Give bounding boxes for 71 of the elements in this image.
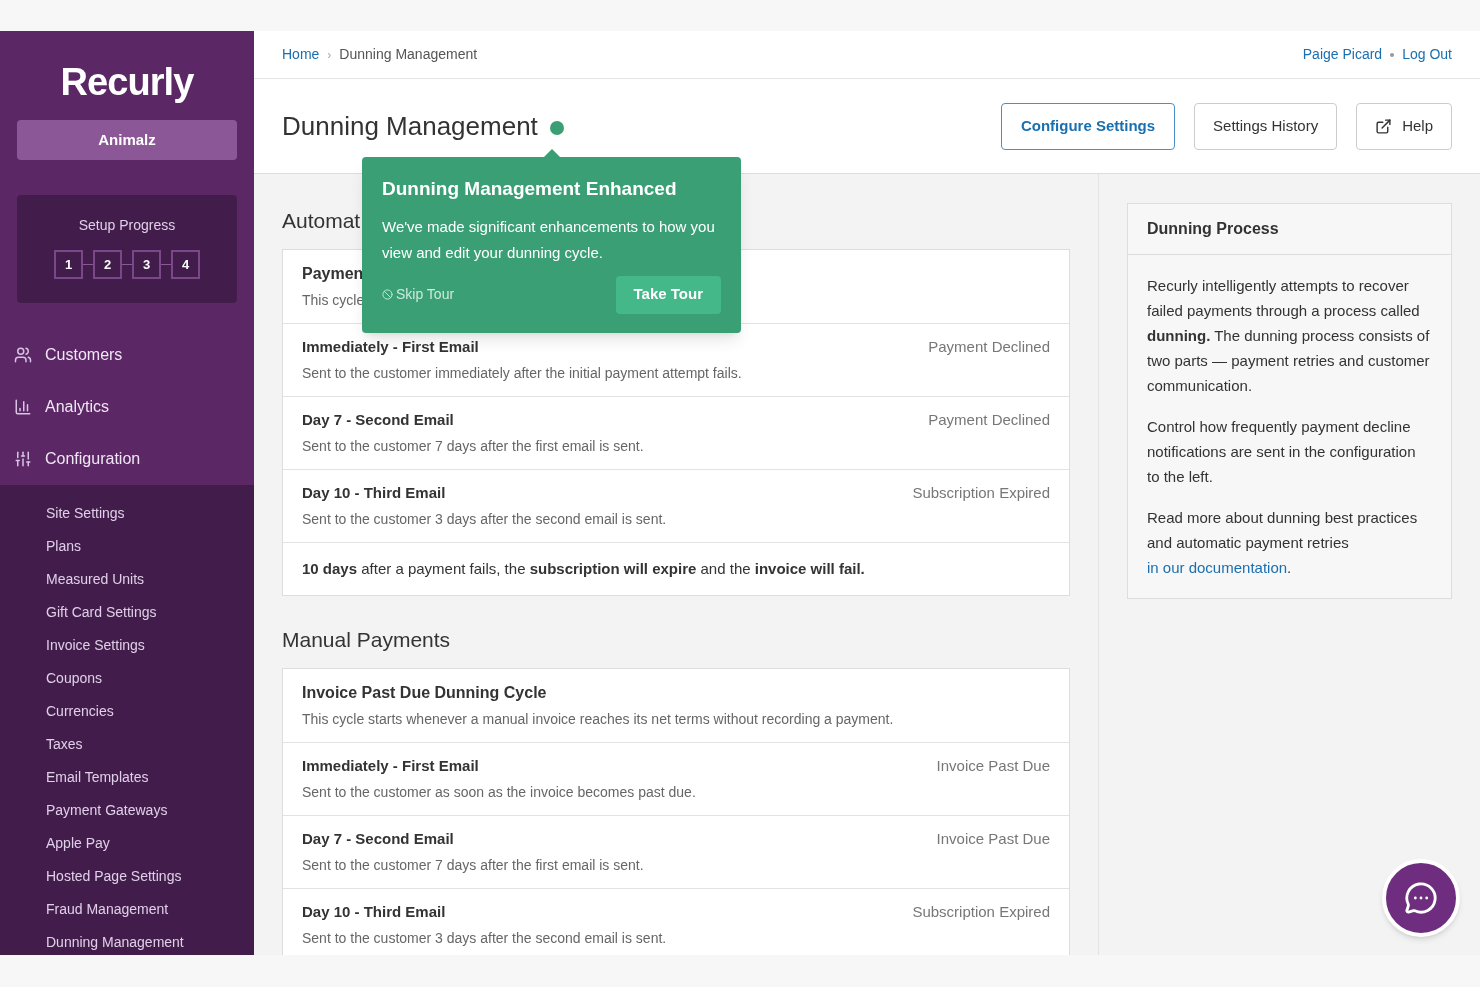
breadcrumb-current: Dunning Management [339, 45, 478, 64]
trigger-label: Payment Declined [928, 337, 1050, 357]
setup-step[interactable]: 3 [132, 250, 161, 279]
email-step-title: Day 7 - Second Email [302, 829, 454, 849]
sliders-icon [14, 450, 32, 468]
section-heading: Automat [282, 208, 361, 234]
panel-paragraph: Read more about dunning best practices and automatic payment retries in our documentation. [1147, 508, 1419, 578]
subnav-item[interactable]: Dunning Management [0, 926, 254, 955]
cycle-description: This cycle starts whenever a manual invoice reaches its net terms without recording a payment. [302, 710, 894, 729]
documentation-link[interactable]: in our documentation [1147, 559, 1288, 576]
dot-separator-icon [1390, 52, 1395, 57]
cycle-summary: 10 days after a payment fails, the subscription will expire and the invoice will fail. [302, 560, 865, 577]
trigger-label: Subscription Expired [912, 483, 1050, 503]
email-step-description: Sent to the customer 7 days after the first email is sent. [302, 856, 644, 875]
cycle-title: Invoice Past Due Dunning Cycle [302, 683, 547, 703]
account-button[interactable]: Animalz [17, 120, 237, 160]
setup-step[interactable]: 4 [171, 250, 200, 279]
email-step-title: Day 7 - Second Email [302, 410, 454, 430]
email-step-description: Sent to the customer as soon as the invoice becomes past due. [302, 783, 696, 802]
nav-item[interactable]: Configuration [0, 433, 254, 485]
subnav-item[interactable]: Currencies [0, 695, 254, 728]
nav-item[interactable]: Customers [0, 329, 254, 381]
subnav-item[interactable]: Hosted Page Settings [0, 860, 254, 893]
breadcrumb-separator-icon: › [327, 45, 332, 64]
subnav-item[interactable]: Invoice Settings [0, 629, 254, 662]
page-title: Dunning Management [282, 109, 538, 143]
logout-link[interactable]: Log Out [1402, 44, 1452, 65]
bar-chart-icon [14, 398, 32, 416]
subnav-item[interactable]: Site Settings [0, 497, 254, 530]
email-step-title: Immediately - First Email [302, 756, 479, 776]
email-step-title: Immediately - First Email [302, 337, 479, 357]
logo: Recurly [60, 63, 194, 101]
email-step-title: Day 10 - Third Email [302, 483, 446, 503]
email-step-description: Sent to the customer immediately after the initial payment attempt fails. [302, 364, 742, 383]
panel-paragraph: Control how frequently payment decline notifications are sent in the configuration to the left. [1147, 417, 1417, 487]
email-step-title: Day 10 - Third Email [302, 902, 446, 922]
trigger-label: Invoice Past Due [936, 756, 1050, 776]
trigger-label: Subscription Expired [912, 902, 1050, 922]
subnav-item[interactable]: Payment Gateways [0, 794, 254, 827]
email-step-description: Sent to the customer 7 days after the first email is sent. [302, 437, 644, 456]
external-link-icon [1375, 117, 1393, 135]
configure-settings-button[interactable]: Configure Settings [1000, 102, 1176, 150]
subnav-item[interactable]: Gift Card Settings [0, 596, 254, 629]
settings-history-button[interactable]: Settings History [1194, 102, 1338, 150]
subnav-item[interactable]: Plans [0, 530, 254, 563]
user-link[interactable]: Paige Picard [1302, 44, 1383, 65]
trigger-label: Invoice Past Due [936, 829, 1050, 849]
setup-progress-title: Setup Progress [78, 216, 176, 235]
cycle-title: Paymen [302, 264, 364, 284]
trigger-label: Payment Declined [928, 410, 1050, 430]
section-heading: Manual Payments [282, 627, 451, 653]
subnav-item[interactable]: Apple Pay [0, 827, 254, 860]
setup-step[interactable]: 1 [54, 250, 83, 279]
setup-step[interactable]: 2 [93, 250, 122, 279]
users-icon [14, 346, 32, 364]
subnav-item[interactable]: Measured Units [0, 563, 254, 596]
chat-icon [1404, 881, 1438, 915]
tour-title: Dunning Management Enhanced [382, 177, 678, 201]
skip-icon [382, 289, 393, 300]
nav-item[interactable]: Analytics [0, 381, 254, 433]
panel-paragraph: Recurly intelligently attempts to recover failed payments through a process called dunning. The dunning process consists of two parts — payment retries and customer communication. [1147, 276, 1431, 396]
breadcrumb-link[interactable]: Home [282, 44, 320, 65]
subnav-item[interactable]: Taxes [0, 728, 254, 761]
panel-title: Dunning Process [1147, 219, 1279, 239]
subnav-item[interactable]: Fraud Management [0, 893, 254, 926]
help-button[interactable]: Help [1356, 102, 1452, 150]
subnav-item[interactable]: Email Templates [0, 761, 254, 794]
subnav-item[interactable]: Coupons [0, 662, 254, 695]
email-step-description: Sent to the customer 3 days after the second email is sent. [302, 510, 667, 529]
email-step-description: Sent to the customer 3 days after the second email is sent. [302, 929, 667, 948]
tour-body: We've made significant enhancements to how you view and edit your dunning cycle. [382, 216, 716, 263]
